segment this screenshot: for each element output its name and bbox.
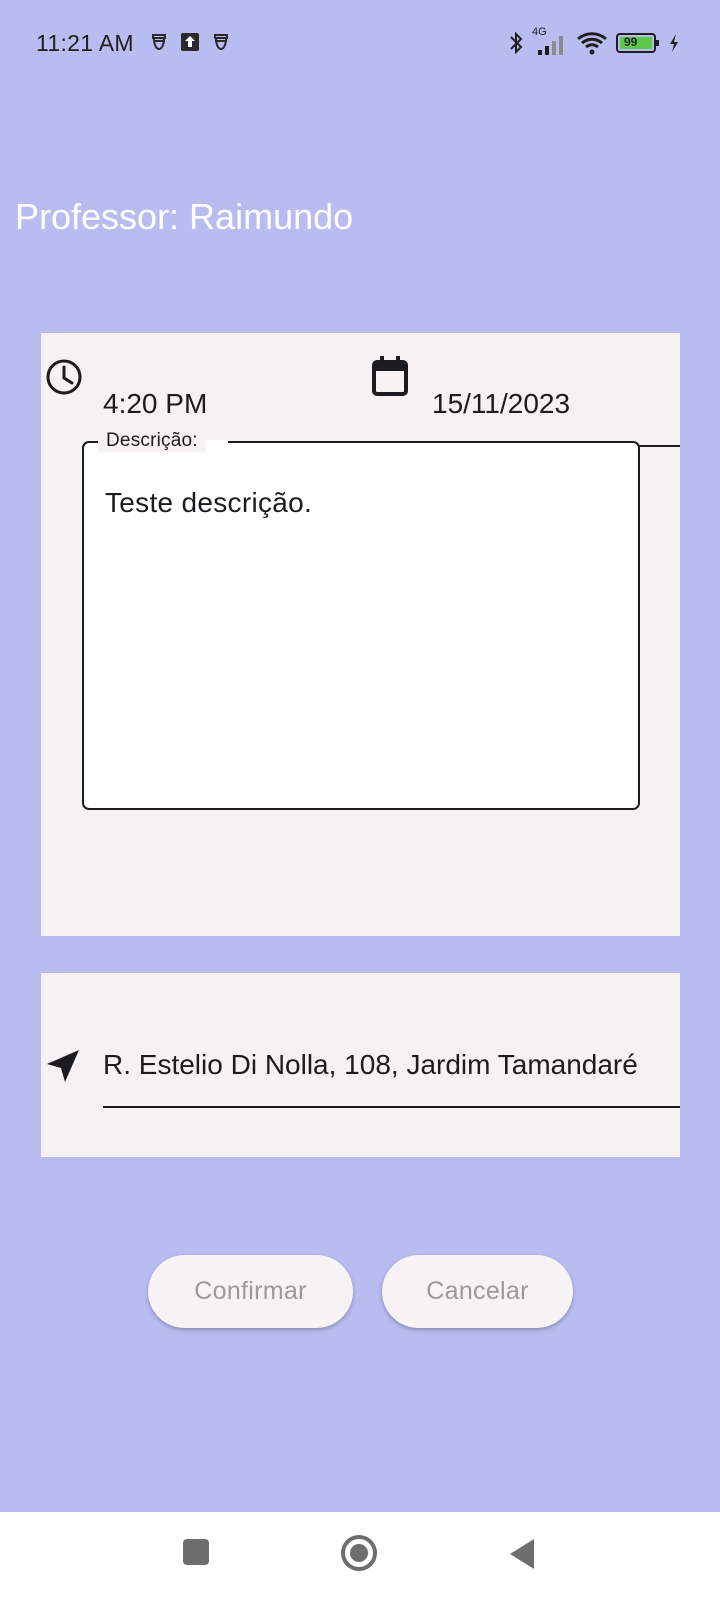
bluetooth-icon — [508, 31, 524, 55]
time-value: 4:20 PM — [103, 388, 208, 419]
cancel-button[interactable]: Cancelar — [382, 1255, 573, 1328]
notification-app-icon — [150, 32, 168, 52]
description-value: Teste descrição. — [105, 487, 313, 518]
location-card: R. Estelio Di Nolla, 108, Jardim Tamanda… — [41, 973, 680, 1157]
upload-icon — [180, 32, 200, 52]
charging-icon — [668, 33, 680, 53]
location-field[interactable]: R. Estelio Di Nolla, 108, Jardim Tamanda… — [103, 1048, 680, 1108]
page-title: Professor: Raimundo — [15, 196, 354, 237]
calendar-icon — [371, 355, 409, 402]
description-label: Descrição: — [98, 430, 206, 452]
recent-apps-icon[interactable] — [182, 1538, 210, 1571]
wifi-icon — [576, 31, 608, 55]
description-textarea[interactable]: Descrição: Teste descrição. — [82, 430, 640, 810]
system-navigation-bar — [0, 1512, 720, 1600]
location-value: R. Estelio Di Nolla, 108, Jardim Tamanda… — [103, 1049, 638, 1080]
date-field[interactable]: 15/11/2023 — [432, 361, 680, 447]
status-system-icons: 4G 99 — [508, 26, 680, 56]
confirm-button[interactable]: Confirmar — [148, 1255, 353, 1328]
battery-level: 99 — [624, 35, 638, 49]
lesson-details-card: 4:20 PM 15/11/2023 Descrição: Teste desc… — [41, 333, 680, 936]
clock-icon — [45, 358, 83, 401]
battery-icon: 99 — [616, 32, 660, 54]
home-icon[interactable] — [340, 1534, 378, 1577]
signal-icon: 4G — [532, 26, 568, 56]
navigation-arrow-icon — [45, 1048, 81, 1089]
notification-app-icon-2 — [212, 32, 230, 52]
status-notification-icons — [150, 32, 230, 52]
date-value: 15/11/2023 — [432, 388, 571, 419]
status-time: 11:21 AM — [36, 30, 134, 56]
status-bar: 11:21 AM 4G 99 — [0, 0, 720, 90]
back-icon[interactable] — [508, 1538, 536, 1575]
